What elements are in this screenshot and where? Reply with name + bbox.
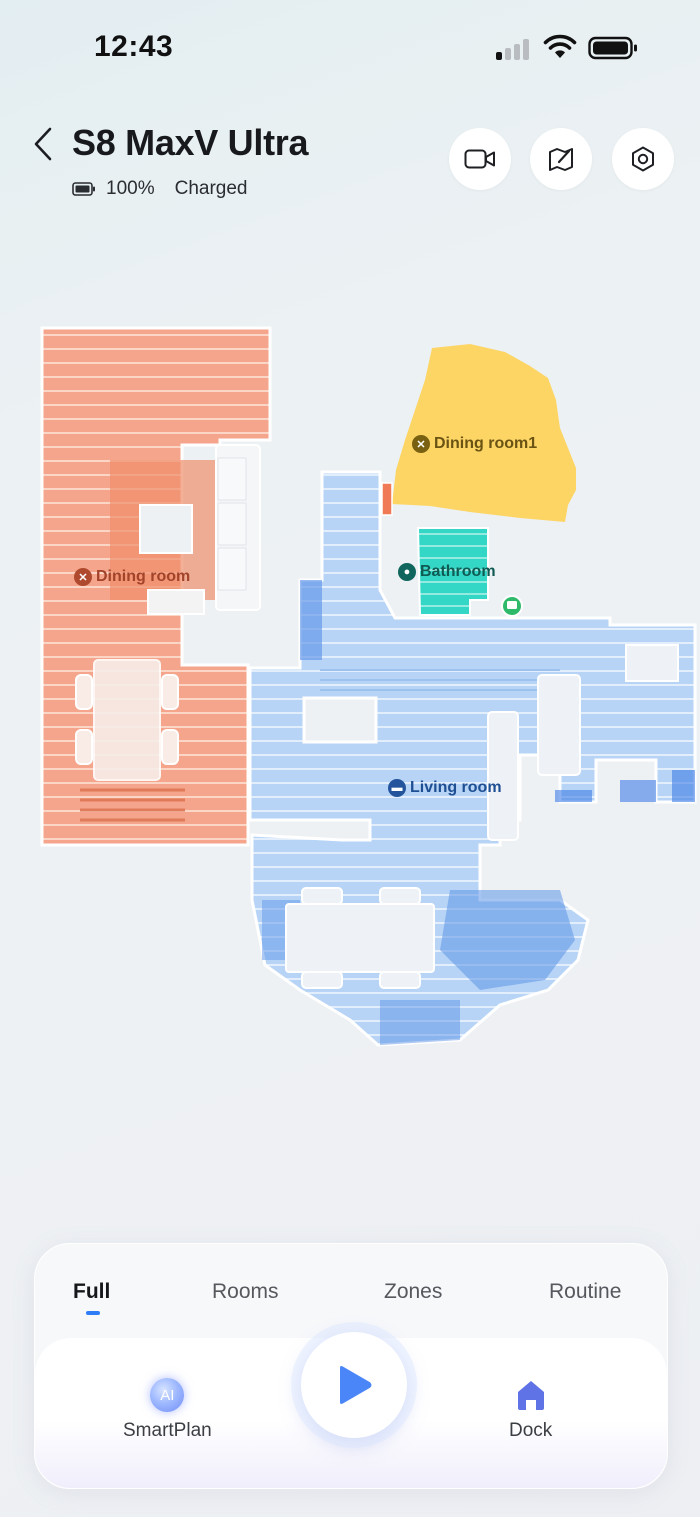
back-button[interactable]: [26, 124, 60, 164]
settings-icon: [632, 146, 654, 172]
tab-full[interactable]: Full: [73, 1280, 110, 1304]
status-time: 12:43: [94, 30, 174, 63]
ai-sparkle-icon: AI: [150, 1378, 185, 1412]
camera-icon: [464, 149, 495, 169]
play-icon: [340, 1366, 372, 1404]
smartplan-button[interactable]: AI SmartPlan: [123, 1378, 212, 1442]
dock-marker-icon: [501, 595, 523, 617]
camera-button[interactable]: [449, 128, 511, 190]
home-dock-icon: [517, 1381, 544, 1410]
control-panel: Full Rooms Zones Routine AI SmartPlan Do…: [34, 1243, 668, 1489]
map-edit-icon: [549, 148, 573, 171]
cellular-signal-icon: [496, 38, 534, 60]
room-label-dining-room[interactable]: ✕ Dining room: [74, 568, 190, 586]
floor-map[interactable]: ✕ Dining room ✕ Dining room1 ● Bathroom …: [0, 300, 700, 1090]
smartplan-label: SmartPlan: [123, 1420, 212, 1441]
fork-knife-icon: ✕: [412, 435, 430, 453]
status-bar: 12:43: [0, 0, 700, 90]
floor-map-canvas: [40, 326, 697, 1047]
header: S8 MaxV Ultra 100% Charged: [0, 110, 700, 220]
tab-rooms[interactable]: Rooms: [212, 1280, 279, 1304]
wifi-icon: [543, 34, 577, 58]
room-label-dining-room1[interactable]: ✕ Dining room1: [412, 435, 537, 453]
fork-knife-icon: ✕: [74, 568, 92, 586]
toilet-icon: ●: [398, 563, 416, 581]
action-card: AI SmartPlan Dock: [35, 1332, 667, 1488]
battery-status-row: 100% Charged: [72, 178, 248, 200]
room-label-bathroom[interactable]: ● Bathroom: [398, 563, 496, 581]
battery-status-text: Charged: [174, 178, 248, 199]
dock-label: Dock: [509, 1420, 553, 1441]
chevron-left-icon: [34, 127, 52, 161]
dock-button[interactable]: Dock: [509, 1378, 552, 1442]
start-clean-button[interactable]: [301, 1332, 407, 1438]
tab-zones[interactable]: Zones: [384, 1280, 442, 1304]
map-edit-button[interactable]: [530, 128, 592, 190]
sofa-furniture: [215, 444, 261, 611]
battery-icon: [588, 36, 637, 60]
battery-level-icon: [72, 182, 95, 196]
tab-active-indicator: [86, 1311, 100, 1315]
sofa-icon: ▬: [388, 779, 406, 797]
device-title: S8 MaxV Ultra: [72, 122, 309, 163]
settings-button[interactable]: [612, 128, 674, 190]
room-dining-room1[interactable]: [381, 344, 576, 522]
battery-percent: 100%: [106, 178, 155, 199]
tab-routine[interactable]: Routine: [549, 1280, 621, 1304]
room-label-living-room[interactable]: ▬ Living room: [388, 779, 502, 797]
mode-tabs: Full Rooms Zones Routine: [35, 1244, 667, 1338]
